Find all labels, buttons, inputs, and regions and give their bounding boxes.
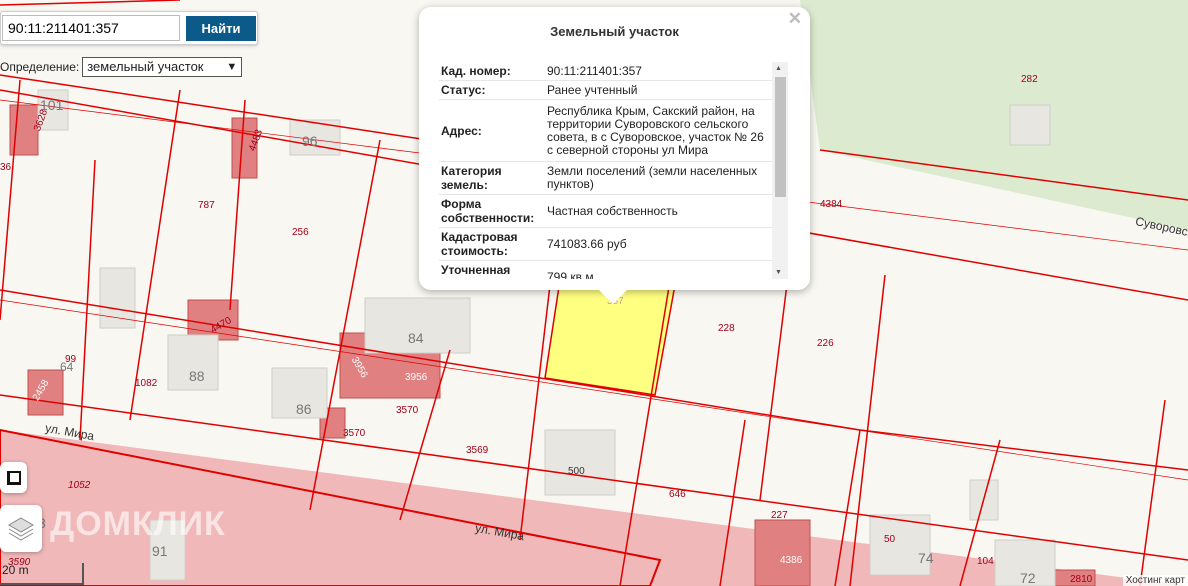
scroll-up-icon[interactable]: ▲ [775, 65, 782, 72]
map-attribution[interactable]: Хостинг карт [1122, 575, 1188, 586]
parcel-info-popup: ✕ Земельный участок Кад. номер: 90:11:211… [419, 7, 810, 304]
info-row: Уточненная площадь: 799 кв.м [439, 261, 772, 279]
parcel-label: 104 [977, 556, 994, 567]
house-number: 72 [1020, 570, 1036, 586]
scrollbar-thumb[interactable] [775, 77, 786, 197]
house-number: 84 [408, 330, 424, 346]
definition-selected-value: земельный участок [87, 59, 204, 74]
parcel-label: 228 [718, 323, 735, 334]
popup-scrollbar[interactable]: ▲ ▼ [772, 62, 788, 279]
popup-title: Земельный участок [550, 24, 679, 39]
house-number: 74 [918, 550, 934, 566]
scale-label: 20 m [2, 563, 29, 577]
house-number: 88 [189, 368, 205, 384]
parcel-label: 50 [884, 534, 896, 545]
info-value: Земли поселений (земли населенных пункто… [547, 164, 758, 191]
info-key: Форма собственности: [439, 195, 541, 227]
parcel-info-table: Кад. номер: 90:11:211401:357 Статус: Ранее… [439, 62, 772, 279]
layers-icon [8, 516, 34, 541]
parcel-label: 3956 [405, 372, 428, 383]
cadastral-number-input[interactable] [2, 15, 180, 41]
chevron-down-icon: ▼ [226, 61, 238, 73]
parcel-label: 256 [292, 227, 309, 238]
definition-label: Определение: [0, 60, 80, 74]
parcel-label: 36 [0, 162, 12, 173]
find-button[interactable]: Найти [186, 16, 256, 41]
info-row: Кадастровая стоимость: 741083.66 руб [439, 228, 772, 261]
info-row: Категория земель: Земли поселений (земли … [439, 162, 772, 195]
parcel-label: 4386 [780, 555, 803, 566]
ruler-icon [6, 470, 21, 485]
info-key: Кадастровая стоимость: [439, 228, 541, 260]
scale-bar: 20 m [0, 563, 84, 585]
house-number: 101 [40, 97, 64, 113]
info-value: 799 кв.м [547, 269, 594, 279]
info-row: Адрес: Республика Крым, Сакский район, на… [439, 100, 772, 162]
info-row: Статус: Ранее учтенный [439, 81, 772, 100]
info-key: Уточненная площадь: [439, 261, 541, 279]
domclick-watermark: ДОМКЛИК [50, 505, 226, 543]
parcel-label: 3570 [396, 405, 419, 416]
house-number: 86 [296, 401, 312, 417]
info-row: Кад. номер: 90:11:211401:357 [439, 62, 772, 81]
info-key: Адрес: [439, 100, 541, 161]
info-row: Форма собственности: Частная собственност… [439, 195, 772, 228]
info-value: 90:11:211401:357 [547, 63, 642, 78]
parcel-label: 227 [771, 510, 788, 521]
parcel-label: 226 [817, 338, 834, 349]
info-value: 741083.66 руб [547, 236, 627, 251]
info-key: Кад. номер: [439, 62, 541, 80]
parcel-label: 2810 [1070, 574, 1093, 585]
parcel-label: 3570 [343, 428, 366, 439]
scroll-down-icon[interactable]: ▼ [775, 269, 782, 276]
definition-row: Определение: земельный участок ▼ [0, 57, 243, 77]
definition-select[interactable]: земельный участок ▼ [82, 57, 243, 77]
parcel-label: 4384 [820, 199, 843, 210]
measure-button[interactable] [0, 462, 27, 493]
parcel-label: 646 [669, 489, 686, 500]
search-panel: Найти [0, 11, 258, 45]
parcel-label: 3569 [466, 445, 489, 456]
parcel-label: 500 [568, 466, 585, 477]
parcel-label: 787 [198, 200, 215, 211]
parcel-label: 282 [1021, 74, 1038, 85]
info-key: Статус: [439, 81, 541, 99]
info-value: Ранее учтенный [547, 82, 638, 97]
house-number: 96 [302, 133, 318, 149]
layers-button[interactable] [0, 505, 42, 552]
info-value: Частная собственность [547, 203, 678, 218]
house-number: 91 [152, 543, 168, 559]
info-key: Категория земель: [439, 162, 541, 194]
parcel-label: 1052 [68, 480, 91, 491]
info-value: Республика Крым, Сакский район, на терри… [547, 103, 764, 157]
parcel-label: 1082 [135, 378, 158, 389]
house-number: 64 [60, 360, 74, 374]
